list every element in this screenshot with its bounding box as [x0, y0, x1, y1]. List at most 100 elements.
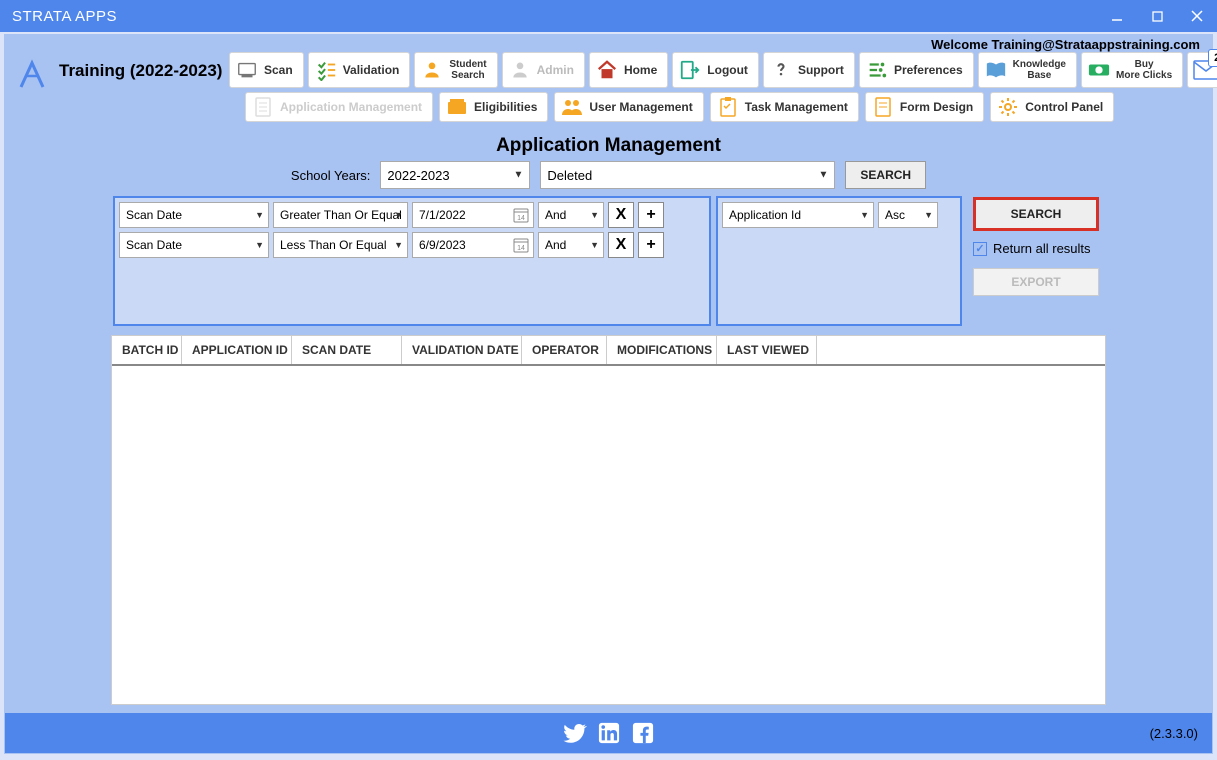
page-title: Application Management [5, 135, 1212, 157]
subtoolbar-label: Control Panel [1025, 100, 1103, 114]
column-header[interactable]: VALIDATION DATE [402, 336, 522, 364]
remove-filter-button[interactable]: X [608, 232, 634, 258]
status-value: Deleted [547, 168, 592, 183]
subtoolbar-tasks-button[interactable]: Task Management [710, 92, 859, 122]
column-header[interactable]: APPLICATION ID [182, 336, 292, 364]
add-filter-button[interactable]: + [638, 232, 664, 258]
subtoolbar-label: User Management [589, 100, 692, 114]
main-search-button[interactable]: SEARCH [973, 197, 1099, 231]
calendar-icon[interactable]: 14 [513, 237, 529, 253]
validation-icon [315, 59, 337, 81]
toolbar-label: Validation [343, 63, 400, 77]
school-year-row: School Years: 2022-2023▼ Deleted▼ SEARCH [5, 161, 1212, 189]
school-year-select[interactable]: 2022-2023▼ [380, 161, 530, 189]
remove-filter-button[interactable]: X [608, 202, 634, 228]
filter-operator-select[interactable]: Less Than Or Equal▼ [273, 232, 408, 258]
filter-operator-select[interactable]: Greater Than Or Equal▼ [273, 202, 408, 228]
subtoolbar-form-button[interactable]: Form Design [865, 92, 984, 122]
return-all-checkbox[interactable]: ✓ [973, 242, 987, 256]
return-all-label: Return all results [993, 241, 1091, 256]
toolbar-label: Logout [707, 63, 748, 77]
facebook-icon[interactable] [630, 720, 656, 746]
toolbar-label: Scan [264, 63, 293, 77]
appmgmt-icon [252, 96, 274, 118]
logout-icon [679, 59, 701, 81]
users-icon [561, 96, 583, 118]
export-button[interactable]: EXPORT [973, 268, 1099, 296]
mail-button[interactable]: 2 [1187, 52, 1217, 88]
subtoolbar-label: Eligibilities [474, 100, 537, 114]
sort-field-select[interactable]: Application Id▼ [722, 202, 874, 228]
twitter-icon[interactable] [562, 720, 588, 746]
gear-icon [997, 96, 1019, 118]
content-frame: Welcome Training@Strataappstraining.com … [4, 34, 1213, 754]
toolbar-label: Preferences [894, 63, 963, 77]
mail-count-badge: 2 [1208, 49, 1217, 67]
kb-icon [985, 59, 1007, 81]
add-filter-button[interactable]: + [638, 202, 664, 228]
subtoolbar-elig-button[interactable]: Eligibilities [439, 92, 548, 122]
column-header[interactable]: OPERATOR [522, 336, 607, 364]
subtoolbar-label: Task Management [745, 100, 848, 114]
filter-date-input[interactable]: 7/1/202214 [412, 202, 534, 228]
filter-date-input[interactable]: 6/9/202314 [412, 232, 534, 258]
close-button[interactable] [1177, 0, 1217, 32]
school-year-value: 2022-2023 [387, 168, 449, 183]
sort-field-value: Application Id [729, 208, 801, 222]
toolbar-logout-button[interactable]: Logout [672, 52, 759, 88]
filter-criteria-panel: Scan Date▼Greater Than Or Equal▼7/1/2022… [113, 196, 711, 326]
subtoolbar-gear-button[interactable]: Control Panel [990, 92, 1114, 122]
prefs-icon [866, 59, 888, 81]
minimize-button[interactable] [1097, 0, 1137, 32]
subtoolbar-appmgmt-button[interactable]: Application Management [245, 92, 433, 122]
filter-field-select[interactable]: Scan Date▼ [119, 202, 269, 228]
support-icon [770, 59, 792, 81]
filter-field-select[interactable]: Scan Date▼ [119, 232, 269, 258]
toolbar-support-button[interactable]: Support [763, 52, 855, 88]
maximize-button[interactable] [1137, 0, 1177, 32]
svg-text:14: 14 [517, 215, 525, 222]
app-logo-icon [19, 59, 45, 89]
toolbar-label: Admin [537, 63, 574, 77]
subtoolbar-label: Application Management [280, 100, 422, 114]
column-header[interactable]: BATCH ID [112, 336, 182, 364]
sort-direction-value: Asc [885, 208, 905, 222]
toolbar-label: KnowledgeBase [1013, 59, 1066, 81]
subtoolbar-label: Form Design [900, 100, 973, 114]
toolbar-kb-button[interactable]: KnowledgeBase [978, 52, 1077, 88]
column-header[interactable]: LAST VIEWED [717, 336, 817, 364]
status-select[interactable]: Deleted▼ [540, 161, 835, 189]
admin-icon [509, 59, 531, 81]
linkedin-icon[interactable] [596, 720, 622, 746]
student-icon [421, 59, 443, 81]
toolbar-admin-button[interactable]: Admin [502, 52, 585, 88]
footer: (2.3.3.0) [5, 713, 1212, 753]
toolbar-label: StudentSearch [449, 59, 486, 81]
toolbar-validation-button[interactable]: Validation [308, 52, 411, 88]
toolbar-student-button[interactable]: StudentSearch [414, 52, 497, 88]
toolbar-label: Support [798, 63, 844, 77]
district-name: Training (2022-2023) [59, 61, 222, 81]
column-header[interactable]: MODIFICATIONS [607, 336, 717, 364]
toolbar-scan-button[interactable]: Scan [229, 52, 304, 88]
svg-text:14: 14 [517, 245, 525, 252]
version-label: (2.3.3.0) [1150, 726, 1198, 741]
form-icon [872, 96, 894, 118]
toolbar-label: BuyMore Clicks [1116, 59, 1172, 81]
toolbar-label: Home [624, 63, 657, 77]
filter-logic-select[interactable]: And▼ [538, 202, 604, 228]
sort-direction-select[interactable]: Asc▼ [878, 202, 938, 228]
top-search-button[interactable]: SEARCH [845, 161, 926, 189]
school-years-label: School Years: [291, 168, 371, 183]
filter-logic-select[interactable]: And▼ [538, 232, 604, 258]
toolbar-prefs-button[interactable]: Preferences [859, 52, 974, 88]
calendar-icon[interactable]: 14 [513, 207, 529, 223]
toolbar-home-button[interactable]: Home [589, 52, 668, 88]
column-header[interactable]: SCAN DATE [292, 336, 402, 364]
filter-row: Scan Date▼Less Than Or Equal▼6/9/202314A… [119, 232, 705, 258]
subtoolbar-users-button[interactable]: User Management [554, 92, 703, 122]
main-toolbar: Scan Validation StudentSearch Admin Home Logo… [229, 52, 1217, 88]
toolbar-buy-button[interactable]: BuyMore Clicks [1081, 52, 1183, 88]
filter-row: Scan Date▼Greater Than Or Equal▼7/1/2022… [119, 202, 705, 228]
action-panel: SEARCH ✓ Return all results EXPORT [973, 197, 1103, 296]
